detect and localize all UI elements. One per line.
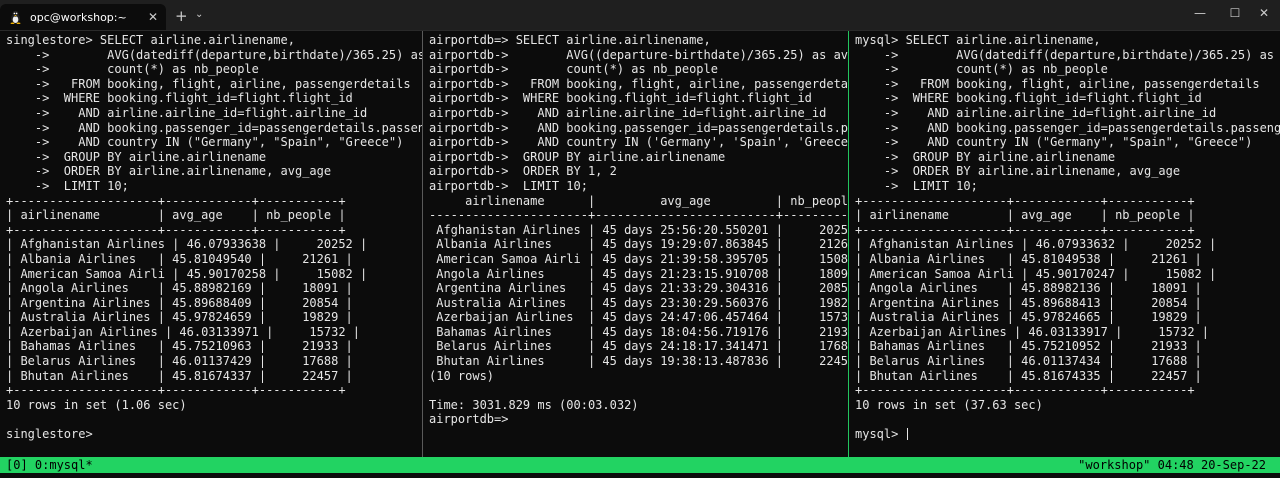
postgres-output: airportdb=> SELECT airline.airlinename, … [429, 33, 848, 427]
postgres-pane[interactable]: airportdb=> SELECT airline.airlinename, … [423, 31, 848, 457]
tab-title: opc@workshop:~ [30, 10, 127, 24]
close-tab-icon[interactable]: ✕ [148, 10, 158, 24]
minimize-icon[interactable]: — [1190, 6, 1210, 20]
chevron-down-icon[interactable]: ⌄ [195, 9, 203, 20]
mysql-output: mysql> SELECT airline.airlinename, -> AV… [855, 33, 1280, 442]
new-tab-icon[interactable]: + [175, 7, 188, 25]
singlestore-output: singlestore> SELECT airline.airlinename,… [6, 33, 422, 442]
close-window-icon[interactable]: ✕ [1254, 6, 1274, 20]
linux-tux-icon [8, 10, 22, 24]
bottom-margin [0, 473, 1280, 478]
maximize-icon[interactable]: ☐ [1225, 6, 1245, 20]
window-title-bar: opc@workshop:~ ✕ + ⌄ — ☐ ✕ [0, 0, 1280, 31]
terminal-tab[interactable]: opc@workshop:~ ✕ [0, 4, 166, 30]
tmux-window-list[interactable]: [0] 0:mysql* [6, 457, 93, 473]
singlestore-pane[interactable]: singlestore> SELECT airline.airlinename,… [0, 31, 422, 457]
tmux-session-info: "workshop" 04:48 20-Sep-22 [1078, 458, 1266, 472]
tmux-status-bar: [0] 0:mysql* "workshop" 04:48 20-Sep-22 [0, 457, 1280, 473]
mysql-output-text: mysql> SELECT airline.airlinename, -> AV… [855, 33, 1280, 442]
text-cursor [906, 428, 908, 441]
mysql-pane[interactable]: mysql> SELECT airline.airlinename, -> AV… [849, 31, 1280, 457]
